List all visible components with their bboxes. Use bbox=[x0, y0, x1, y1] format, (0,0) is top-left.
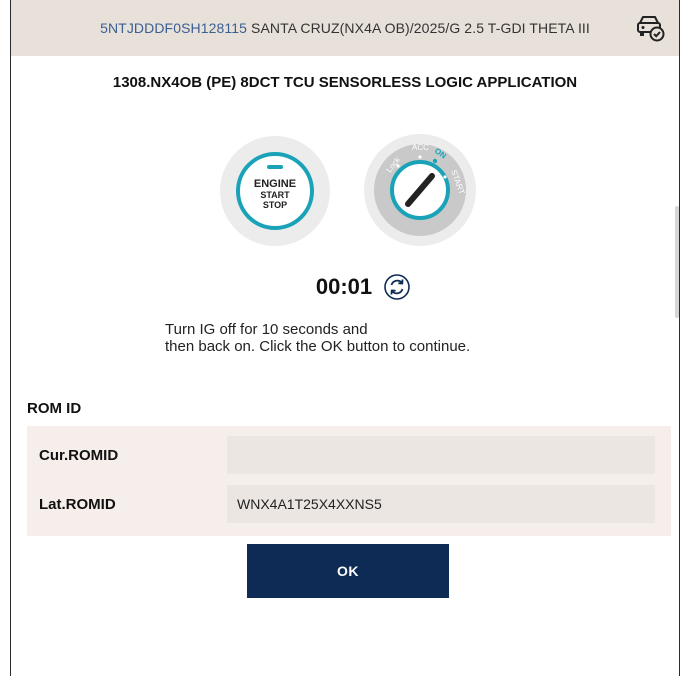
vin-number: 5NTJDDDF0SH128115 bbox=[100, 20, 248, 36]
engine-label: ENGINE bbox=[254, 178, 296, 190]
romid-section-label: ROM ID bbox=[27, 400, 82, 417]
start-label: START bbox=[260, 190, 290, 200]
page-title: 1308.NX4OB (PE) 8DCT TCU SENSORLESS LOGI… bbox=[112, 74, 578, 91]
timer-row: 00:01 bbox=[11, 274, 679, 300]
current-romid-row: Cur.ROMID bbox=[27, 436, 671, 476]
instruction-line-1: Turn IG off for 10 seconds and bbox=[165, 321, 368, 338]
refresh-icon[interactable] bbox=[384, 274, 410, 300]
romid-panel: Cur.ROMID Lat.ROMID bbox=[27, 426, 671, 536]
vehicle-info-text: 5NTJDDDF0SH128115 SANTA CRUZ(NX4A OB)/20… bbox=[100, 20, 590, 36]
stop-label: STOP bbox=[263, 200, 287, 210]
vehicle-check-icon[interactable] bbox=[635, 14, 665, 42]
countdown-timer: 00:01 bbox=[315, 274, 373, 299]
scrollbar-thumb[interactable] bbox=[675, 206, 679, 318]
app-window: 5NTJDDDF0SH128115 SANTA CRUZ(NX4A OB)/20… bbox=[10, 0, 680, 676]
latest-romid-label: Lat.ROMID bbox=[39, 496, 116, 513]
instruction-line-2: then back on. Click the OK button to con… bbox=[165, 338, 471, 355]
latest-romid-row: Lat.ROMID bbox=[27, 485, 671, 525]
acc-position-label: ACC bbox=[412, 143, 429, 152]
engine-start-stop-icon: ENGINE START STOP bbox=[220, 136, 330, 246]
current-romid-label: Cur.ROMID bbox=[39, 447, 119, 464]
vehicle-description: SANTA CRUZ(NX4A OB)/2025/G 2.5 T-GDI THE… bbox=[251, 20, 590, 36]
instruction-text: Turn IG off for 10 seconds and then back… bbox=[165, 321, 605, 355]
ok-button[interactable]: OK bbox=[247, 544, 449, 598]
latest-romid-field[interactable] bbox=[227, 485, 655, 523]
current-romid-field[interactable] bbox=[227, 436, 655, 474]
vehicle-info-bar: 5NTJDDDF0SH128115 SANTA CRUZ(NX4A OB)/20… bbox=[11, 0, 679, 56]
ignition-dial-icon: Lock ACC ON START bbox=[364, 134, 476, 246]
ignition-illustration: ENGINE START STOP Lock ACC ON START bbox=[219, 133, 489, 247]
